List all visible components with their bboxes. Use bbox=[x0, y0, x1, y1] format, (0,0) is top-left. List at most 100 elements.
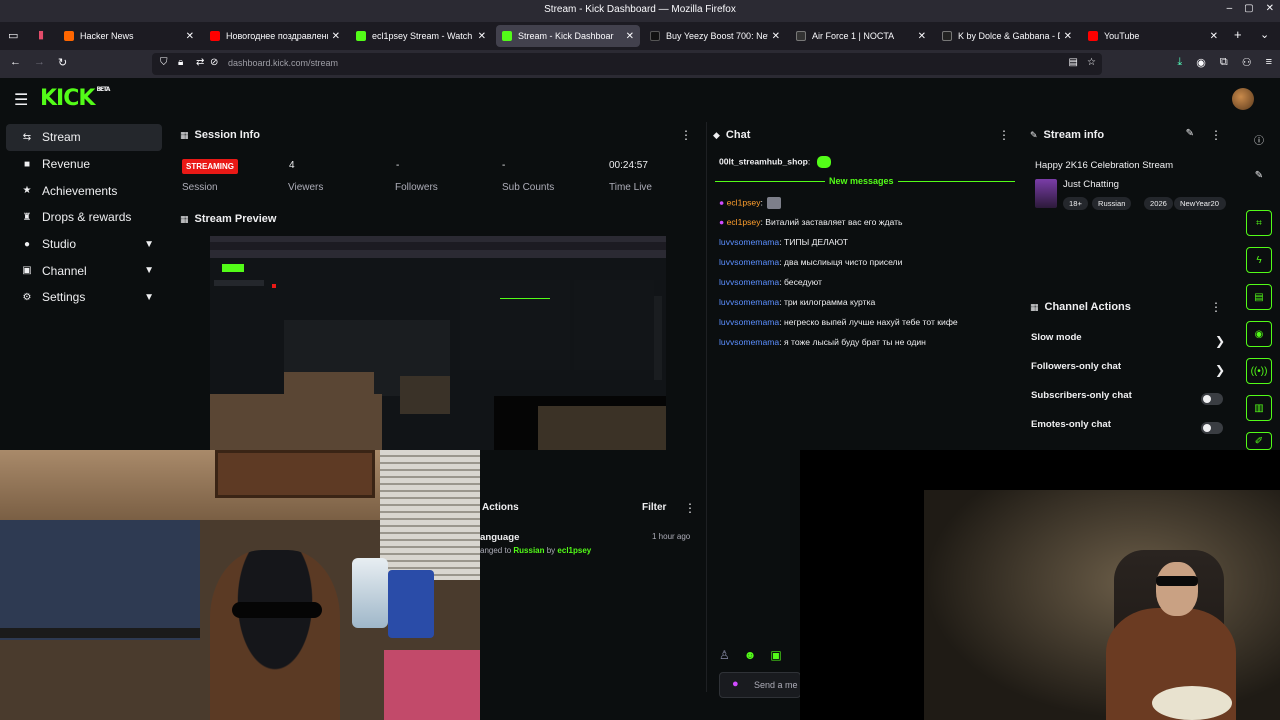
new-tab-icon[interactable]: + bbox=[1234, 27, 1242, 42]
document-icon[interactable]: ▤ bbox=[1246, 284, 1272, 310]
sidebar-item-settings[interactable]: ⚙ Settings ▼ bbox=[6, 284, 162, 311]
back-icon[interactable]: ← bbox=[10, 56, 21, 68]
tab-list-icon[interactable]: ⌄ bbox=[1260, 28, 1269, 41]
user-avatar[interactable] bbox=[1232, 88, 1254, 110]
account-icon[interactable]: ⚇ bbox=[1242, 56, 1252, 69]
sidebar-item-channel[interactable]: ▣ Channel ▼ bbox=[6, 257, 162, 284]
camera-off-icon[interactable]: ⊘ bbox=[210, 57, 218, 68]
kebab-menu-icon[interactable]: ⋮ bbox=[684, 501, 696, 515]
stream-tag[interactable]: NewYear20 bbox=[1174, 197, 1226, 210]
user-emote-icon[interactable]: ♙ bbox=[719, 648, 730, 662]
filter-button[interactable]: Filter bbox=[642, 502, 666, 513]
browser-tab[interactable]: Air Force 1 | NOCTA ✕ bbox=[790, 25, 932, 47]
chat-input[interactable]: ● Send a me bbox=[719, 672, 801, 698]
kick-emote-icon[interactable]: ☻ bbox=[744, 648, 757, 662]
clip-icon[interactable]: ⌗ bbox=[1246, 210, 1272, 236]
sidebar-item-revenue[interactable]: ■ Revenue bbox=[6, 151, 162, 178]
bookmark-star-icon[interactable]: ☆ bbox=[1087, 57, 1096, 68]
tab-close-icon[interactable]: ✕ bbox=[1064, 31, 1072, 42]
chat-message[interactable]: luvvsomemama: ТИПЫ ДЕЛАЮТ bbox=[719, 237, 848, 247]
kebab-menu-icon[interactable]: ⋮ bbox=[998, 128, 1010, 142]
tab-close-icon[interactable]: ✕ bbox=[332, 31, 340, 42]
lightning-icon[interactable]: ϟ bbox=[1246, 247, 1272, 273]
url-bar[interactable]: ⛉ 🔒︎ ⇄ ⊘ dashboard.kick.com/stream ▤ ☆ bbox=[152, 53, 1102, 75]
extension-icon[interactable]: ◉ bbox=[1196, 56, 1206, 69]
chat-username[interactable]: luvvsomemama bbox=[719, 237, 779, 247]
followers-only-row[interactable]: Followers-only chat ❯ bbox=[1031, 361, 1227, 381]
layers-icon[interactable]: ▥ bbox=[1246, 395, 1272, 421]
tab-close-icon[interactable]: ✕ bbox=[478, 31, 486, 42]
edit-square-icon[interactable]: ✐ bbox=[1246, 432, 1272, 450]
kebab-menu-icon[interactable]: ⋮ bbox=[1210, 128, 1222, 142]
slow-mode-row[interactable]: Slow mode ❯ bbox=[1031, 332, 1227, 352]
kebab-menu-icon[interactable]: ⋮ bbox=[680, 128, 692, 142]
chat-username[interactable]: luvvsomemama bbox=[719, 297, 779, 307]
stream-tag[interactable]: 18+ bbox=[1063, 197, 1088, 210]
edit-icon[interactable]: ✎ bbox=[1186, 128, 1194, 139]
pocket-icon[interactable]: ▮ bbox=[38, 28, 44, 41]
stream-category[interactable]: Just Chatting bbox=[1063, 179, 1119, 190]
chat-username[interactable]: luvvsomemama bbox=[719, 317, 779, 327]
browser-tab-active[interactable]: Stream - Kick Dashboar ✕ bbox=[496, 25, 640, 47]
chat-username[interactable]: ecl1psey bbox=[727, 197, 761, 207]
sidebar-item-achievements[interactable]: ★ Achievements bbox=[6, 177, 162, 204]
permissions-icon[interactable]: ⇄ bbox=[196, 57, 204, 68]
browser-tab[interactable]: Новогоднее поздравлени ✕ bbox=[204, 25, 346, 47]
chat-username[interactable]: 00lt_streamhub_shop bbox=[719, 156, 808, 166]
kick-logo[interactable]: KICK BETA bbox=[40, 86, 110, 111]
reader-view-icon[interactable]: ▤ bbox=[1069, 57, 1078, 68]
forward-icon[interactable]: → bbox=[34, 56, 45, 68]
browser-tab[interactable]: Hacker News ✕ bbox=[58, 25, 200, 47]
category-thumbnail[interactable] bbox=[1035, 179, 1057, 208]
emoji-picker-icon[interactable]: ▣ bbox=[770, 648, 781, 662]
chat-message[interactable]: 00lt_streamhub_shop: bbox=[719, 156, 831, 168]
maximize-icon[interactable]: ▢ bbox=[1244, 3, 1253, 14]
chat-username[interactable]: luvvsomemama bbox=[719, 257, 779, 267]
new-messages-label[interactable]: New messages bbox=[825, 176, 898, 186]
shield-icon[interactable]: ⛉ bbox=[160, 57, 168, 68]
downloads-icon[interactable]: ⤓ bbox=[1177, 56, 1182, 69]
kebab-menu-icon[interactable]: ⋮ bbox=[1210, 300, 1222, 314]
minimize-icon[interactable]: – bbox=[1227, 3, 1233, 14]
stream-tag[interactable]: Russian bbox=[1092, 197, 1132, 210]
broadcast-icon[interactable]: ((•)) bbox=[1246, 358, 1272, 384]
chat-message[interactable]: luvvsomemama: негреско выпей лучше нахуй… bbox=[719, 317, 958, 327]
chat-username[interactable]: luvvsomemama bbox=[719, 277, 779, 287]
chat-message[interactable]: luvvsomemama: два мыслиыця чисто присели bbox=[719, 257, 902, 267]
sidebar-item-label: Revenue bbox=[42, 157, 91, 172]
firefox-view-icon[interactable]: ▭ bbox=[8, 29, 18, 42]
chat-username[interactable]: luvvsomemama bbox=[719, 337, 779, 347]
hamburger-menu-icon[interactable]: ☰ bbox=[14, 90, 28, 110]
extensions-icon[interactable]: ⧉ bbox=[1220, 56, 1228, 69]
reload-icon[interactable]: ↻ bbox=[58, 56, 67, 69]
browser-tab[interactable]: ecl1psey Stream - Watch Li ✕ bbox=[350, 25, 492, 47]
sidebar-item-studio[interactable]: ● Studio ▼ bbox=[6, 231, 162, 258]
chat-message[interactable]: luvvsomemama: я тоже лысый буду брат ты … bbox=[719, 337, 926, 347]
emotes-only-toggle[interactable] bbox=[1201, 422, 1223, 434]
chat-message[interactable]: luvvsomemama: три килограмма куртка bbox=[719, 297, 875, 307]
lock-icon[interactable]: 🔒︎ bbox=[178, 57, 183, 68]
chat-message[interactable]: ● ecl1psey: bbox=[719, 197, 782, 209]
pencil-icon[interactable]: ✎ bbox=[1246, 162, 1272, 188]
chat-message[interactable]: luvvsomemama: беседуют bbox=[719, 277, 822, 287]
browser-tab[interactable]: YouTube ✕ bbox=[1082, 25, 1224, 47]
tab-close-icon[interactable]: ✕ bbox=[186, 31, 194, 42]
sidebar-item-drops[interactable]: ♜ Drops & rewards bbox=[6, 204, 162, 231]
sidebar-item-stream[interactable]: ⇆ Stream bbox=[6, 124, 162, 151]
tab-close-icon[interactable]: ✕ bbox=[918, 31, 926, 42]
chat-message[interactable]: ● ecl1psey: Виталий заставляет вас его ж… bbox=[719, 217, 903, 227]
browser-tab[interactable]: K by Dolce & Gabbana - DC ✕ bbox=[936, 25, 1078, 47]
stream-preview-video[interactable] bbox=[210, 236, 666, 450]
browser-tab[interactable]: Buy Yeezy Boost 700: New ✕ bbox=[644, 25, 786, 47]
chat-username[interactable]: ecl1psey bbox=[727, 217, 761, 227]
tab-close-icon[interactable]: ✕ bbox=[626, 31, 634, 42]
tab-close-icon[interactable]: ✕ bbox=[772, 31, 780, 42]
url-text[interactable]: dashboard.kick.com/stream bbox=[228, 58, 338, 68]
info-icon[interactable]: ⓘ bbox=[1246, 126, 1272, 152]
close-window-icon[interactable]: ✕ bbox=[1266, 3, 1274, 14]
subscribers-only-toggle[interactable] bbox=[1201, 393, 1223, 405]
stream-tag[interactable]: 2026 bbox=[1144, 197, 1173, 210]
menu-icon[interactable]: ≡ bbox=[1266, 56, 1272, 69]
chat-bubble-icon[interactable]: ◉ bbox=[1246, 321, 1272, 347]
tab-close-icon[interactable]: ✕ bbox=[1210, 31, 1218, 42]
